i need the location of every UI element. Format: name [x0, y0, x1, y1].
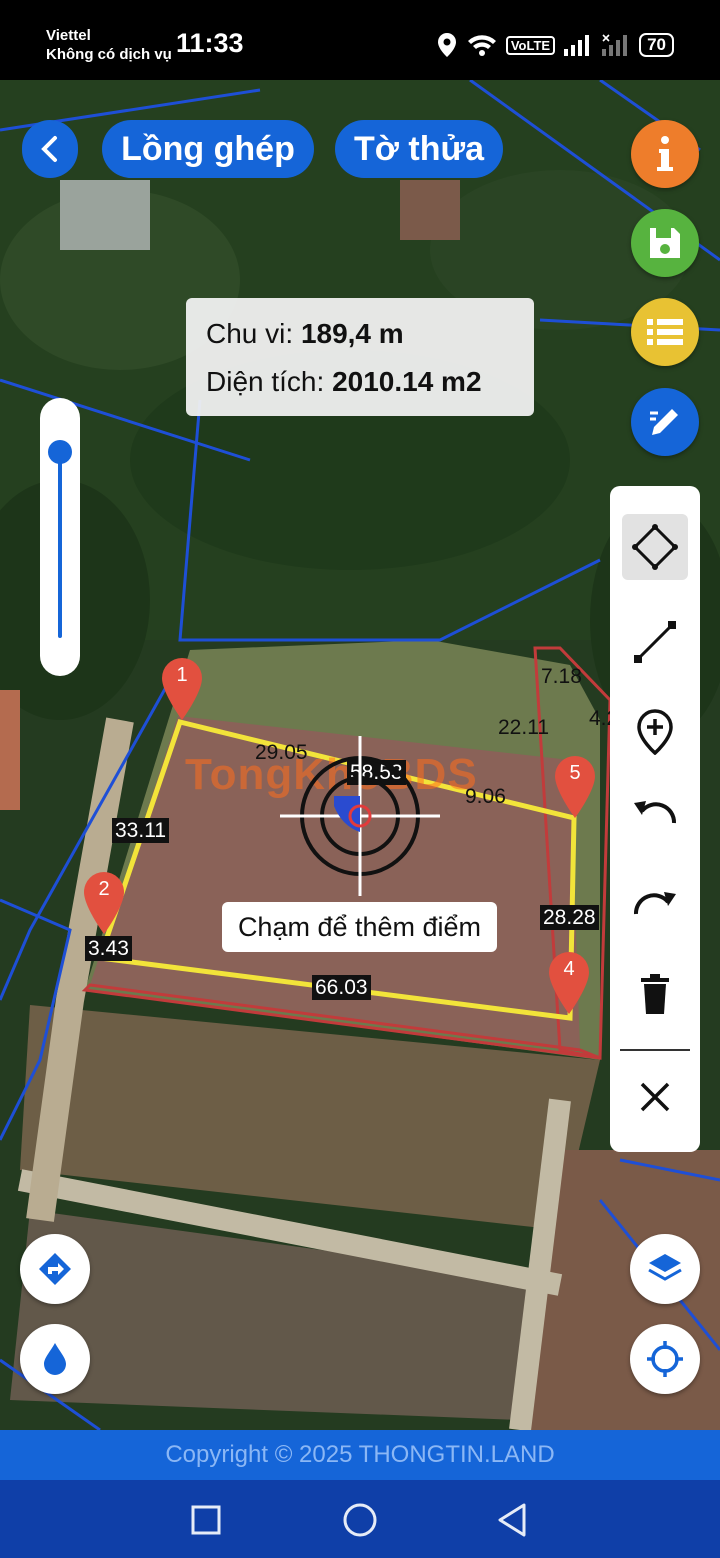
redo-button[interactable]: [622, 870, 688, 936]
list-icon: [647, 319, 683, 345]
perimeter-label: Chu vi:: [206, 318, 294, 349]
volte-badge: VoLTE: [505, 35, 556, 55]
home-icon[interactable]: [342, 1502, 378, 1538]
edit-tool-button[interactable]: [631, 388, 699, 456]
area-label: Diện tích:: [206, 366, 325, 397]
redo-icon: [633, 892, 676, 915]
battery-indicator: 70: [639, 33, 674, 57]
recent-apps-icon[interactable]: [190, 1504, 222, 1536]
chevron-left-icon: [41, 136, 57, 162]
directions-button[interactable]: [20, 1234, 90, 1304]
close-tool-button[interactable]: [622, 1064, 688, 1130]
tap-hint: Chạm để thêm điểm: [222, 902, 497, 952]
save-icon: [650, 228, 680, 258]
perimeter-row: Chu vi: 189,4 m: [206, 318, 404, 350]
overlay-button[interactable]: Lồng ghép: [102, 120, 314, 178]
clock: 11:33: [176, 28, 244, 58]
back-button[interactable]: [22, 120, 78, 178]
edit-tool-icon: [650, 409, 678, 435]
marker-label: 1: [176, 664, 188, 686]
carrier-name: Viettel: [46, 27, 91, 44]
add-point-icon: [637, 709, 673, 755]
edge-label: 9.06: [465, 785, 506, 808]
edge-label: 28.28: [540, 905, 599, 930]
edge-label: 33.11: [112, 818, 169, 843]
zoom-slider[interactable]: [40, 398, 80, 676]
undo-icon: [634, 801, 677, 824]
my-location-button[interactable]: [630, 1324, 700, 1394]
parcel-sheet-button[interactable]: Tờ thửa: [335, 120, 503, 178]
water-drop-icon: [44, 1343, 66, 1375]
line-icon: [634, 621, 676, 663]
carrier-info: Viettel Không có dịch vụ: [46, 26, 172, 64]
delete-icon: [641, 974, 669, 1014]
polygon-tool-button[interactable]: [622, 514, 688, 580]
back-nav-icon[interactable]: [496, 1502, 528, 1538]
water-layer-button[interactable]: [20, 1324, 90, 1394]
copyright-bar: Copyright © 2025 THONGTIN.LAND: [0, 1430, 720, 1480]
close-icon: [640, 1082, 670, 1112]
location-icon: [437, 33, 456, 57]
marker-label: 2: [98, 878, 110, 900]
polygon-icon: [632, 524, 678, 570]
marker-label: 5: [569, 762, 581, 784]
directions-icon: [39, 1253, 71, 1285]
crosshair-icon: [280, 736, 440, 896]
info-button[interactable]: [631, 120, 699, 188]
undo-button[interactable]: [622, 779, 688, 845]
zoom-slider-handle[interactable]: [48, 439, 72, 464]
edge-label: 66.03: [312, 975, 371, 1000]
edge-label: 3.43: [85, 936, 132, 961]
perimeter-value: 189,4 m: [300, 318, 404, 349]
gps-locate-icon: [647, 1341, 683, 1377]
signal-off-icon: [602, 34, 628, 56]
marker-label: 4: [563, 958, 575, 980]
toolbar-divider: [620, 1049, 690, 1051]
save-button[interactable]: [631, 209, 699, 277]
layers-icon: [648, 1254, 682, 1281]
vertex-marker[interactable]: 2: [82, 870, 126, 936]
wifi-icon: [467, 35, 496, 56]
status-icons: VoLTE 70: [436, 30, 674, 60]
service-status: Không có dịch vụ: [46, 46, 172, 63]
vertex-marker[interactable]: 1: [160, 656, 204, 722]
vertex-marker[interactable]: 5: [553, 754, 597, 820]
measurement-panel: Chu vi: 189,4 m Diện tích: 2010.14 m2: [186, 298, 534, 416]
layers-button[interactable]: [630, 1234, 700, 1304]
status-bar: Viettel Không có dịch vụ 11:33 VoLTE 70: [0, 0, 720, 80]
zoom-track: [58, 442, 62, 638]
area-value: 2010.14 m2: [332, 366, 482, 397]
info-icon: [657, 136, 673, 171]
edge-label: 22.11: [498, 716, 549, 739]
add-point-button[interactable]: [622, 699, 688, 765]
delete-button[interactable]: [622, 961, 688, 1027]
drawing-toolbar: [610, 486, 700, 1152]
vertex-marker[interactable]: 4: [547, 950, 591, 1016]
system-nav-bar: [0, 1480, 720, 1558]
edge-label: 7.18: [541, 665, 582, 688]
line-tool-button[interactable]: [622, 609, 688, 675]
signal-icon: [564, 35, 590, 56]
list-button[interactable]: [631, 298, 699, 366]
area-row: Diện tích: 2010.14 m2: [206, 366, 482, 398]
